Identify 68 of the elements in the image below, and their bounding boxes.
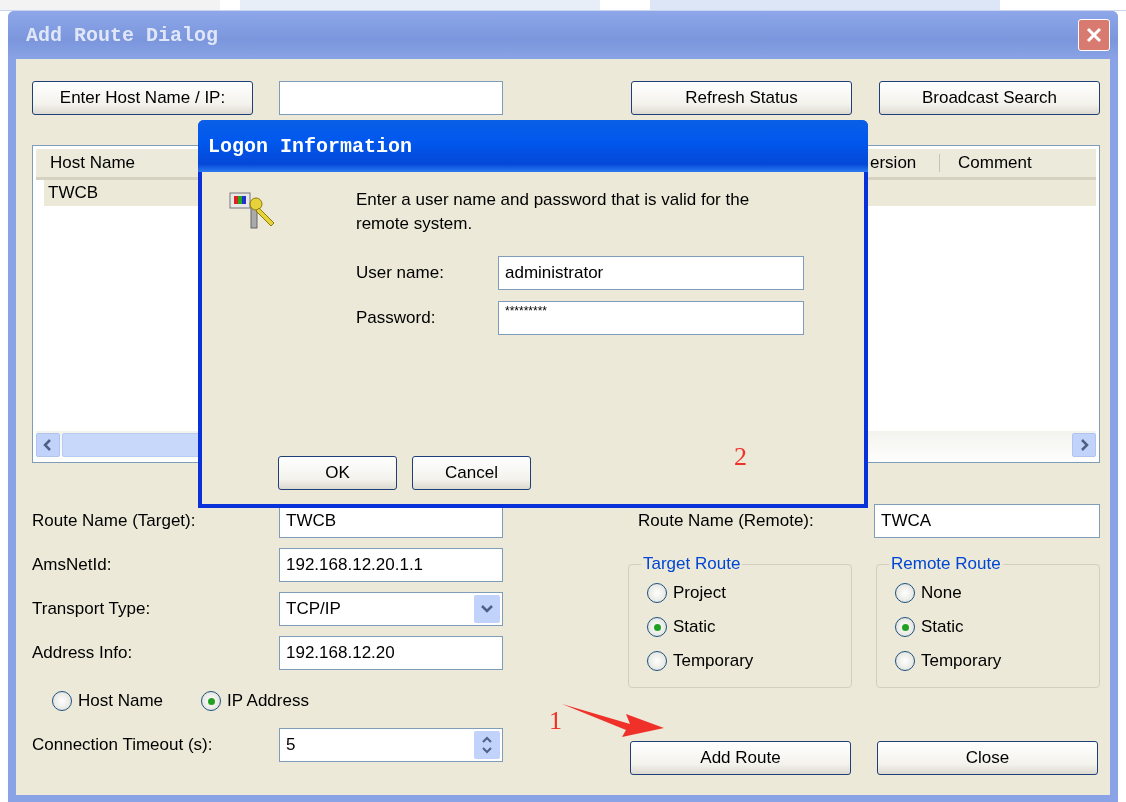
scroll-left-button[interactable] [36, 433, 60, 457]
radio-option[interactable]: Temporary [895, 644, 1089, 678]
dialog-button[interactable]: Cancel [412, 456, 531, 490]
radio-button[interactable] [895, 617, 915, 637]
spinner-value: 5 [286, 735, 296, 755]
table-cell: TWCB [48, 183, 99, 203]
text-field[interactable]: ********* [498, 301, 804, 335]
dialog-button[interactable]: OK [278, 456, 397, 490]
radio-label: Static [673, 617, 716, 637]
spinner-buttons[interactable] [474, 731, 500, 759]
dropdown-field[interactable]: TCP/IP [279, 592, 503, 626]
group-title: Target Route [642, 554, 742, 574]
text-field[interactable]: 192.168.12.20.1.1 [279, 548, 503, 582]
chevron-left-icon [43, 439, 53, 451]
scroll-right-button[interactable] [1072, 433, 1096, 457]
radio-option[interactable]: None [895, 576, 1089, 610]
group-title: Remote Route [890, 554, 1002, 574]
column-header[interactable]: Comment [940, 149, 1080, 177]
field-label: Route Name (Remote): [637, 511, 815, 531]
refresh-status-button[interactable]: Refresh Status [631, 81, 852, 115]
dropdown-value: TCP/IP [286, 599, 341, 619]
broadcast-search-button[interactable]: Broadcast Search [879, 81, 1100, 115]
logon-message: Enter a user name and password that is valid for the remote system. [356, 189, 751, 235]
annotation-number: 2 [734, 442, 747, 472]
radio-button[interactable] [895, 583, 915, 603]
dialog-button[interactable]: Add Route [630, 741, 851, 775]
radio-option[interactable]: Project [647, 576, 841, 610]
host-input-field[interactable] [279, 81, 503, 115]
text-field[interactable]: 192.168.12.20 [279, 636, 503, 670]
dialog-button[interactable]: Close [877, 741, 1098, 775]
radio-button[interactable] [52, 691, 72, 711]
field-label: User name: [356, 263, 445, 283]
chevron-right-icon [1079, 439, 1089, 451]
field-label: Connection Timeout (s): [32, 735, 214, 755]
radio-label: Temporary [921, 651, 1002, 671]
radio-label: Project [673, 583, 726, 603]
dialog-title: Logon Information [208, 134, 413, 158]
close-icon [1085, 26, 1103, 44]
close-button[interactable] [1078, 19, 1110, 51]
radio-option[interactable]: Static [647, 610, 841, 644]
radio-option[interactable]: Temporary [647, 644, 841, 678]
field-label: Address Info: [32, 643, 134, 663]
spinner-field[interactable]: 5 [279, 728, 503, 762]
radio-option[interactable]: IP Address [201, 691, 309, 711]
text-field[interactable]: administrator [498, 256, 804, 290]
radio-button[interactable] [201, 691, 222, 711]
radio-button[interactable] [895, 651, 915, 671]
field-label: Transport Type: [32, 599, 152, 619]
radio-option[interactable]: Host Name [52, 691, 164, 711]
radio-label: Host Name [78, 691, 164, 711]
annotation-number: 1 [549, 706, 562, 736]
radio-button[interactable] [647, 583, 667, 603]
radio-label: Static [921, 617, 964, 637]
window-title: Add Route Dialog [26, 23, 219, 47]
radio-button[interactable] [647, 651, 667, 671]
radio-option[interactable]: Static [895, 610, 1089, 644]
text-field[interactable]: TWCA [874, 504, 1100, 538]
dropdown-button[interactable] [474, 595, 500, 623]
field-label: Route Name (Target): [32, 511, 197, 531]
radio-label: None [921, 583, 962, 603]
field-label: AmsNetId: [32, 555, 113, 575]
radio-label: Temporary [673, 651, 754, 671]
chevron-down-icon [480, 604, 494, 614]
host-name-button[interactable]: Enter Host Name / IP: [32, 81, 253, 115]
radio-label: IP Address [227, 691, 309, 711]
up-down-arrows-icon [480, 734, 494, 756]
radio-button[interactable] [647, 617, 667, 637]
field-label: Password: [356, 308, 437, 328]
